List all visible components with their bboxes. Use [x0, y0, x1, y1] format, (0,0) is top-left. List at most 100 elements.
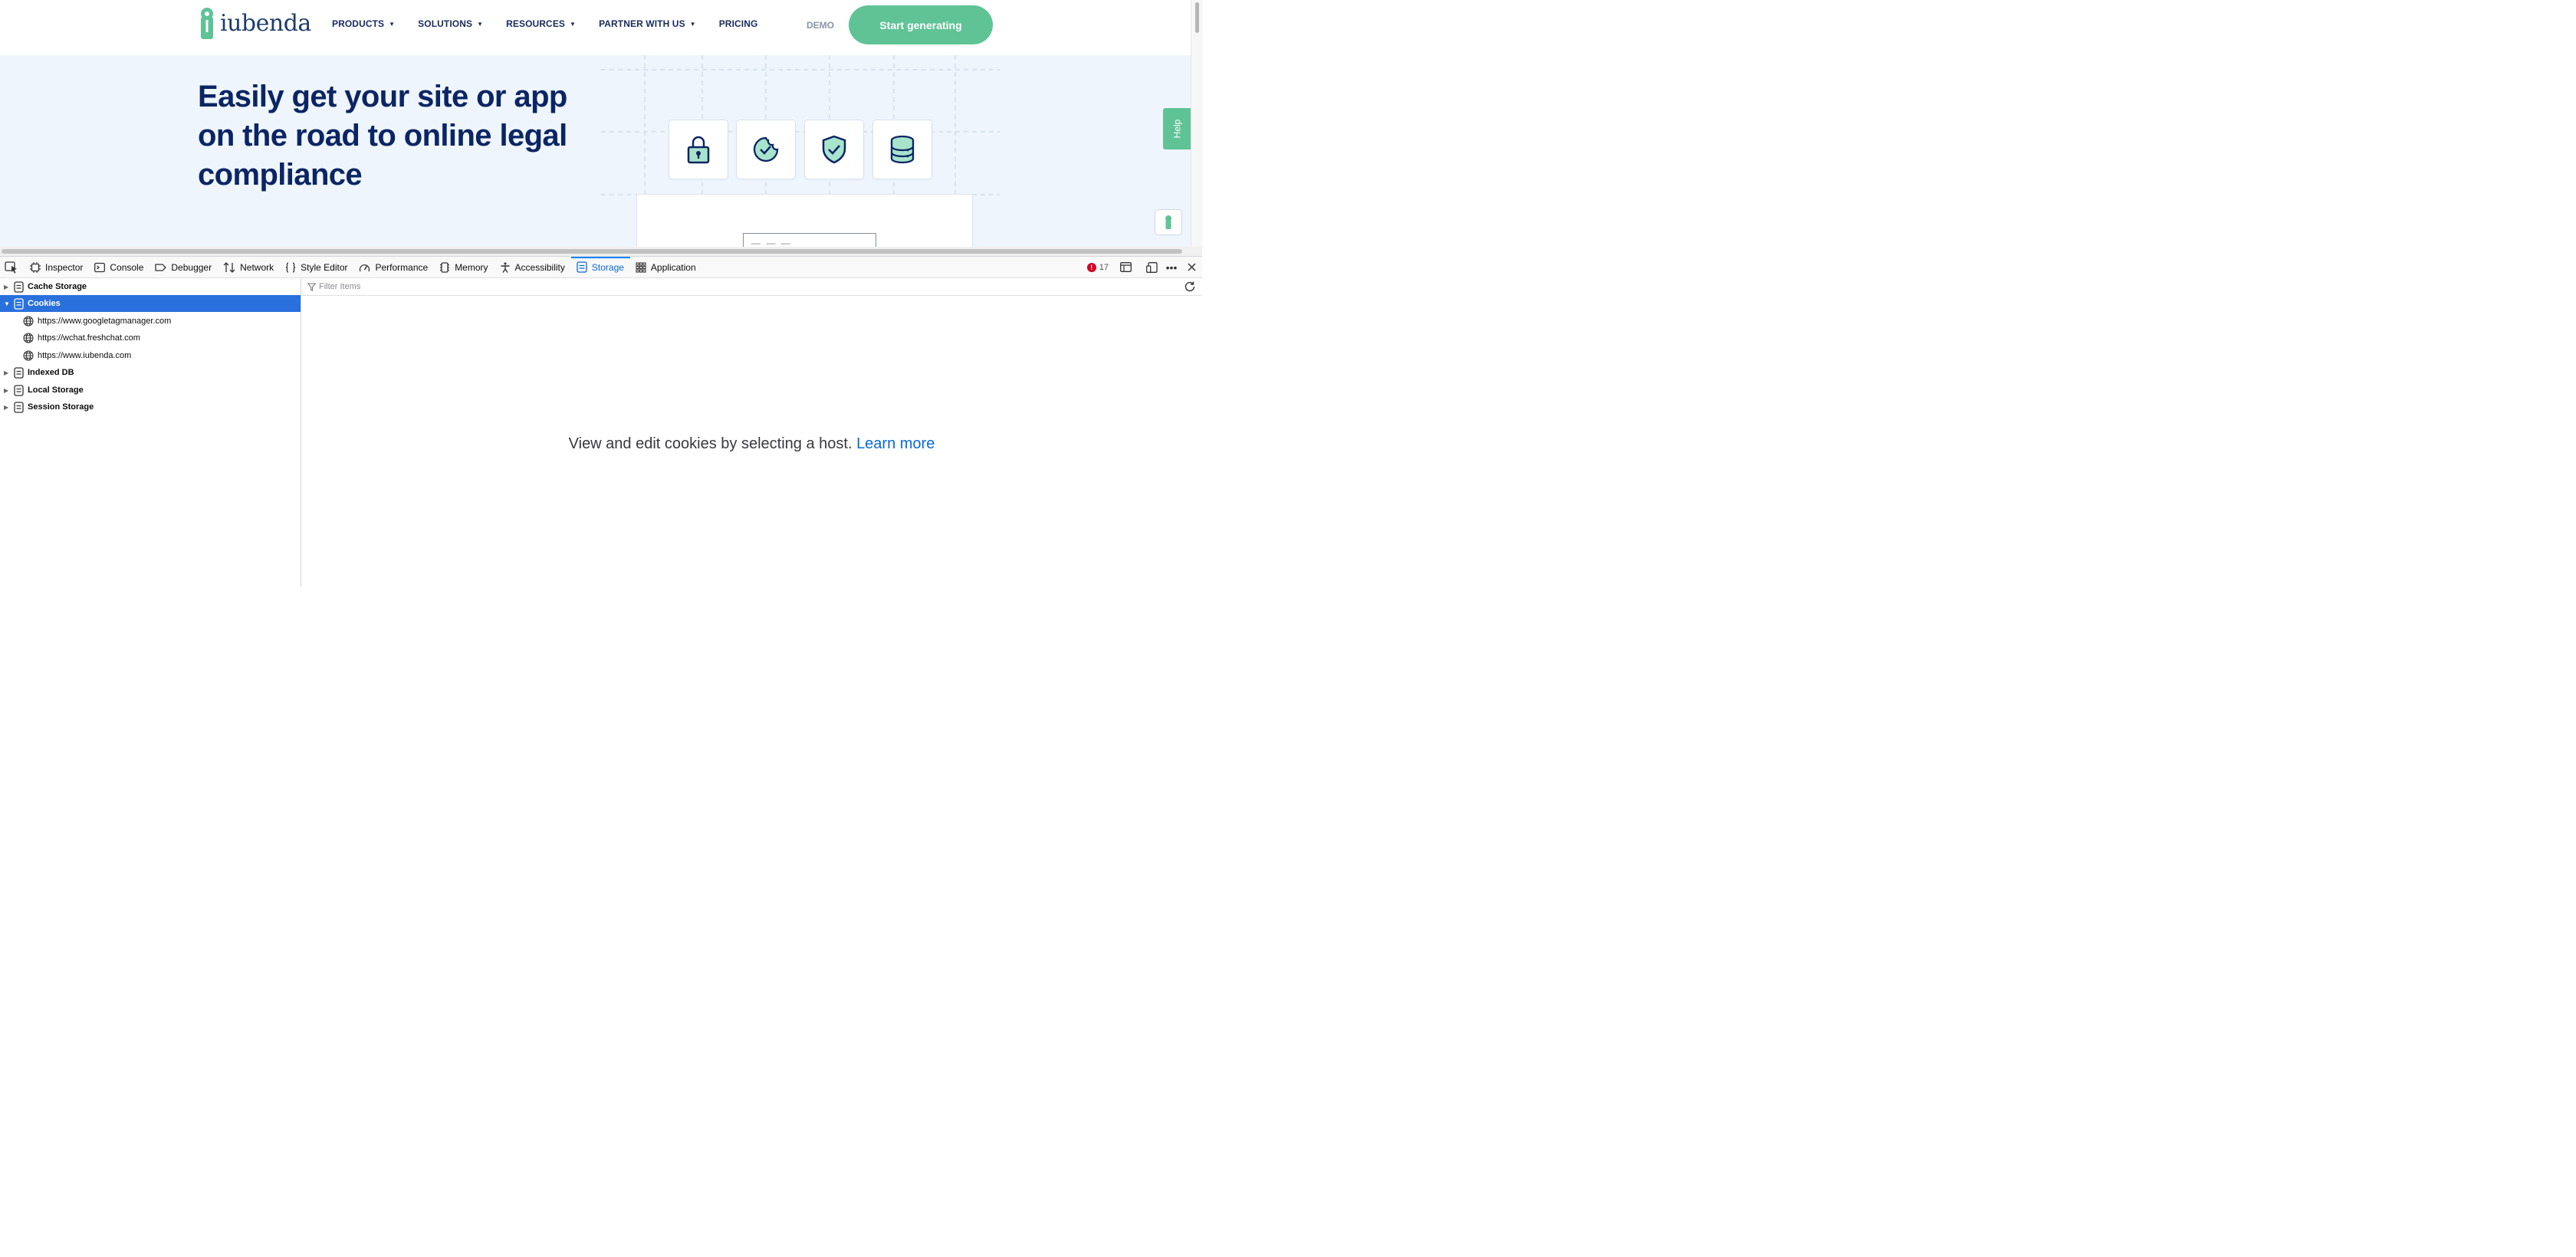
console-icon — [94, 262, 106, 272]
split-console-button[interactable] — [1116, 257, 1135, 277]
responsive-design-button[interactable] — [1142, 257, 1161, 277]
site-header: iubenda PRODUCTS ▼ SOLUTIONS ▼ RESOURCES ▼ … — [0, 0, 1191, 55]
error-icon: ! — [1086, 262, 1096, 272]
nav-item-solutions[interactable]: SOLUTIONS ▼ — [418, 18, 483, 29]
tree-item-indexed-db[interactable]: ▶ Indexed DB — [0, 364, 301, 381]
debugger-icon — [155, 263, 167, 271]
globe-icon — [23, 333, 34, 343]
expand-arrow-icon[interactable]: ▶ — [4, 404, 10, 411]
nav-item-pricing[interactable]: PRICING — [719, 18, 758, 29]
chevron-down-icon: ▼ — [570, 20, 577, 28]
tree-item-cache-storage[interactable]: ▶ Cache Storage — [0, 278, 301, 295]
more-icon: ••• — [1165, 261, 1178, 274]
devtools-panel: Inspector Console Debugger Network Style… — [0, 256, 1202, 587]
tab-label: Memory — [455, 261, 488, 273]
expand-arrow-icon[interactable]: ▶ — [4, 387, 10, 394]
accessibility-icon — [501, 262, 510, 273]
storage-icon — [14, 384, 24, 396]
feature-card-lock — [669, 120, 728, 179]
tree-item-cookies[interactable]: ▼ Cookies — [0, 295, 301, 312]
devtools-tabs: Inspector Console Debugger Network Style… — [25, 257, 702, 277]
scrollbar-thumb[interactable] — [1195, 2, 1199, 33]
policy-preview-card: — — — — [636, 194, 973, 247]
database-icon — [890, 135, 915, 164]
error-count-badge[interactable]: ! 17 — [1086, 262, 1109, 272]
learn-more-link[interactable]: Learn more — [856, 435, 935, 452]
nav-label: PARTNER WITH US — [599, 18, 685, 29]
tab-accessibility[interactable]: Accessibility — [495, 257, 571, 277]
nav-item-resources[interactable]: RESOURCES ▼ — [506, 18, 576, 29]
storage-icon — [14, 366, 24, 379]
help-tab[interactable]: Help — [1163, 108, 1191, 149]
tab-inspector[interactable]: Inspector — [25, 257, 89, 277]
demo-link[interactable]: DEMO — [807, 20, 834, 31]
nav-label: RESOURCES — [506, 18, 566, 29]
split-console-icon — [1119, 262, 1132, 272]
filter-bar — [301, 278, 1202, 296]
main-nav: PRODUCTS ▼ SOLUTIONS ▼ RESOURCES ▼ PARTNER … — [332, 18, 780, 29]
nav-item-products[interactable]: PRODUCTS ▼ — [332, 18, 395, 29]
inspector-icon — [30, 261, 41, 273]
performance-icon — [360, 264, 370, 271]
feature-card-shield — [804, 120, 864, 179]
refresh-icon[interactable] — [1184, 281, 1196, 293]
storage-main-pane: View and edit cookies by selecting a hos… — [301, 278, 1202, 587]
filter-items-input[interactable] — [319, 282, 779, 291]
preview-dash: — — — — [751, 238, 792, 247]
network-icon — [223, 261, 235, 273]
tab-storage[interactable]: Storage — [570, 257, 630, 277]
tree-item-host[interactable]: https://www.googletagmanager.com — [0, 313, 301, 330]
tree-label: Cookies — [28, 299, 61, 308]
keyhole-logo-icon — [201, 8, 213, 39]
page-horizontal-scrollbar[interactable] — [0, 247, 1202, 256]
help-label: Help — [1171, 119, 1182, 139]
tab-label: Storage — [591, 261, 624, 273]
page-vertical-scrollbar[interactable] — [1191, 0, 1203, 247]
application-icon — [636, 261, 646, 273]
scrollbar-thumb[interactable] — [2, 249, 1182, 254]
tree-item-local-storage[interactable]: ▶ Local Storage — [0, 382, 301, 399]
tree-label: https://www.iubenda.com — [38, 351, 132, 360]
tree-item-host[interactable]: https://wchat.freshchat.com — [0, 330, 301, 346]
nav-label: PRODUCTS — [332, 18, 385, 29]
error-count: 17 — [1099, 262, 1109, 272]
tree-label: Session Storage — [28, 402, 94, 412]
nav-label: PRICING — [718, 18, 758, 29]
nav-item-partner[interactable]: PARTNER WITH US ▼ — [599, 18, 696, 29]
element-picker-icon[interactable] — [5, 261, 18, 274]
tab-network[interactable]: Network — [218, 257, 280, 277]
chevron-down-icon: ▼ — [389, 20, 396, 28]
tree-item-session-storage[interactable]: ▶ Session Storage — [0, 399, 301, 415]
tab-label: Network — [240, 261, 274, 273]
start-generating-button[interactable]: Start generating — [849, 5, 993, 44]
globe-icon — [23, 350, 34, 361]
close-icon — [1187, 263, 1196, 271]
iubenda-logo[interactable]: iubenda — [199, 7, 311, 39]
expand-arrow-icon[interactable]: ▶ — [4, 369, 10, 376]
nav-label: SOLUTIONS — [418, 18, 473, 29]
tab-performance[interactable]: Performance — [353, 257, 434, 277]
more-options-button[interactable]: ••• — [1162, 257, 1181, 277]
tab-memory[interactable]: Memory — [434, 257, 494, 277]
tab-console[interactable]: Console — [89, 257, 150, 277]
expand-arrow-icon[interactable]: ▶ — [4, 284, 10, 290]
tab-label: Style Editor — [301, 261, 348, 273]
storage-icon — [14, 297, 24, 310]
storage-icon — [14, 281, 24, 293]
responsive-design-icon — [1145, 261, 1158, 273]
collapse-arrow-icon[interactable]: ▼ — [4, 300, 10, 307]
tree-item-host[interactable]: https://www.iubenda.com — [0, 347, 301, 364]
empty-state-message: View and edit cookies by selecting a hos… — [301, 435, 1202, 453]
feature-card-cookie — [736, 120, 796, 179]
close-devtools-button[interactable] — [1182, 257, 1201, 277]
logo-wordmark: iubenda — [220, 9, 311, 37]
floating-iubenda-button[interactable] — [1155, 209, 1182, 235]
tab-label: Console — [110, 261, 144, 273]
website-viewport: iubenda PRODUCTS ▼ SOLUTIONS ▼ RESOURCES ▼ … — [0, 0, 1191, 247]
tab-label: Accessibility — [514, 261, 565, 273]
style-editor-icon — [286, 261, 296, 273]
tab-debugger[interactable]: Debugger — [150, 257, 218, 277]
globe-icon — [23, 316, 34, 327]
tab-style-editor[interactable]: Style Editor — [280, 257, 353, 277]
tab-application[interactable]: Application — [630, 257, 702, 277]
